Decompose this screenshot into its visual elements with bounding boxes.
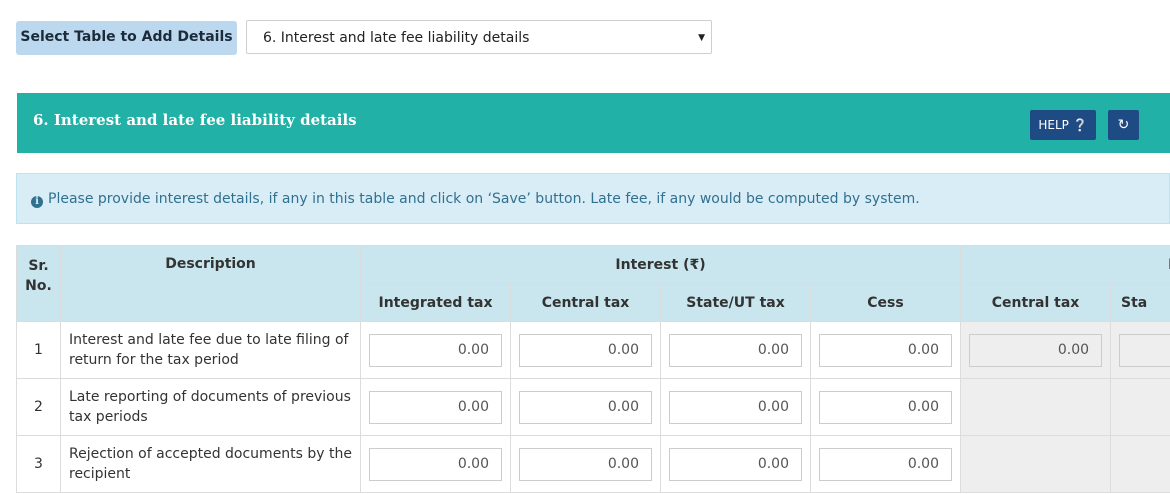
col-central-tax: Central tax [510,283,661,322]
section-header: 6. Interest and late fee liability detai… [17,93,1170,153]
row-description: Rejection of accepted documents by the r… [60,435,361,493]
interest-cess-input[interactable]: 0.00 [819,390,952,424]
refresh-icon: ↻ [1117,117,1130,133]
interest-central-tax-input[interactable]: 0.00 [519,447,652,481]
col-late-fee-state-tax: Sta [1110,283,1170,322]
table-select-dropdown[interactable]: 6. Interest and late fee liability detai… [246,20,712,54]
interest-integrated-tax-input[interactable]: 0.00 [369,333,502,367]
refresh-button[interactable]: ↻ [1108,110,1139,140]
interest-late-fee-table-container[interactable]: Sr. No. Description Interest (₹) Late fe… [16,245,1170,494]
interest-state-ut-tax-input[interactable]: 0.00 [669,333,802,367]
select-table-label: Select Table to Add Details [16,21,237,55]
info-circle-icon: i [31,196,43,208]
table-row: 3 Rejection of accepted documents by the… [16,435,1170,493]
col-integrated-tax: Integrated tax [360,283,511,322]
interest-integrated-tax-input[interactable]: 0.00 [369,390,502,424]
table-row: 1 Interest and late fee due to late fili… [16,321,1170,379]
col-cess: Cess [809,283,962,322]
late-fee-state-tax-input [1119,333,1170,367]
question-circle-icon: ❔ [1072,118,1088,132]
interest-central-tax-input[interactable]: 0.00 [519,390,652,424]
table-row: 2 Late reporting of documents of previou… [16,378,1170,436]
help-button[interactable]: HELP ❔ [1030,110,1096,140]
row-description: Interest and late fee due to late filing… [60,321,361,379]
description-header: Description [60,245,361,322]
interest-group-header: Interest (₹) [359,245,962,284]
row-sr-no: 2 [16,378,61,436]
caret-down-icon: ▼ [698,33,705,43]
interest-state-ut-tax-input[interactable]: 0.00 [669,447,802,481]
help-button-label: HELP [1038,118,1069,132]
row-sr-no: 3 [16,435,61,493]
col-state-ut-tax: State/UT tax [660,283,811,322]
interest-late-fee-table: Sr. No. Description Interest (₹) Late fe… [16,245,1170,493]
section-title: 6. Interest and late fee liability detai… [33,111,357,129]
sr-no-header: Sr. No. [16,245,61,322]
late-fee-disabled-cell [960,378,1112,436]
interest-central-tax-input[interactable]: 0.00 [519,333,652,367]
row-description: Late reporting of documents of previous … [60,378,361,436]
late-fee-disabled-cell [1110,435,1170,493]
interest-integrated-tax-input[interactable]: 0.00 [369,447,502,481]
info-text: Please provide interest details, if any … [48,191,920,207]
late-fee-disabled-cell [960,435,1112,493]
info-alert: i Please provide interest details, if any… [16,173,1170,224]
late-fee-disabled-cell [1110,378,1170,436]
row-sr-no: 1 [16,321,61,379]
interest-cess-input[interactable]: 0.00 [819,333,952,367]
table-select-value: 6. Interest and late fee liability detai… [263,30,530,46]
late-fee-group-header: Late fee (₹) [960,245,1170,284]
interest-state-ut-tax-input[interactable]: 0.00 [669,390,802,424]
late-fee-central-tax-input: 0.00 [969,333,1103,367]
col-late-fee-central-tax: Central tax [960,283,1112,322]
interest-cess-input[interactable]: 0.00 [819,447,952,481]
